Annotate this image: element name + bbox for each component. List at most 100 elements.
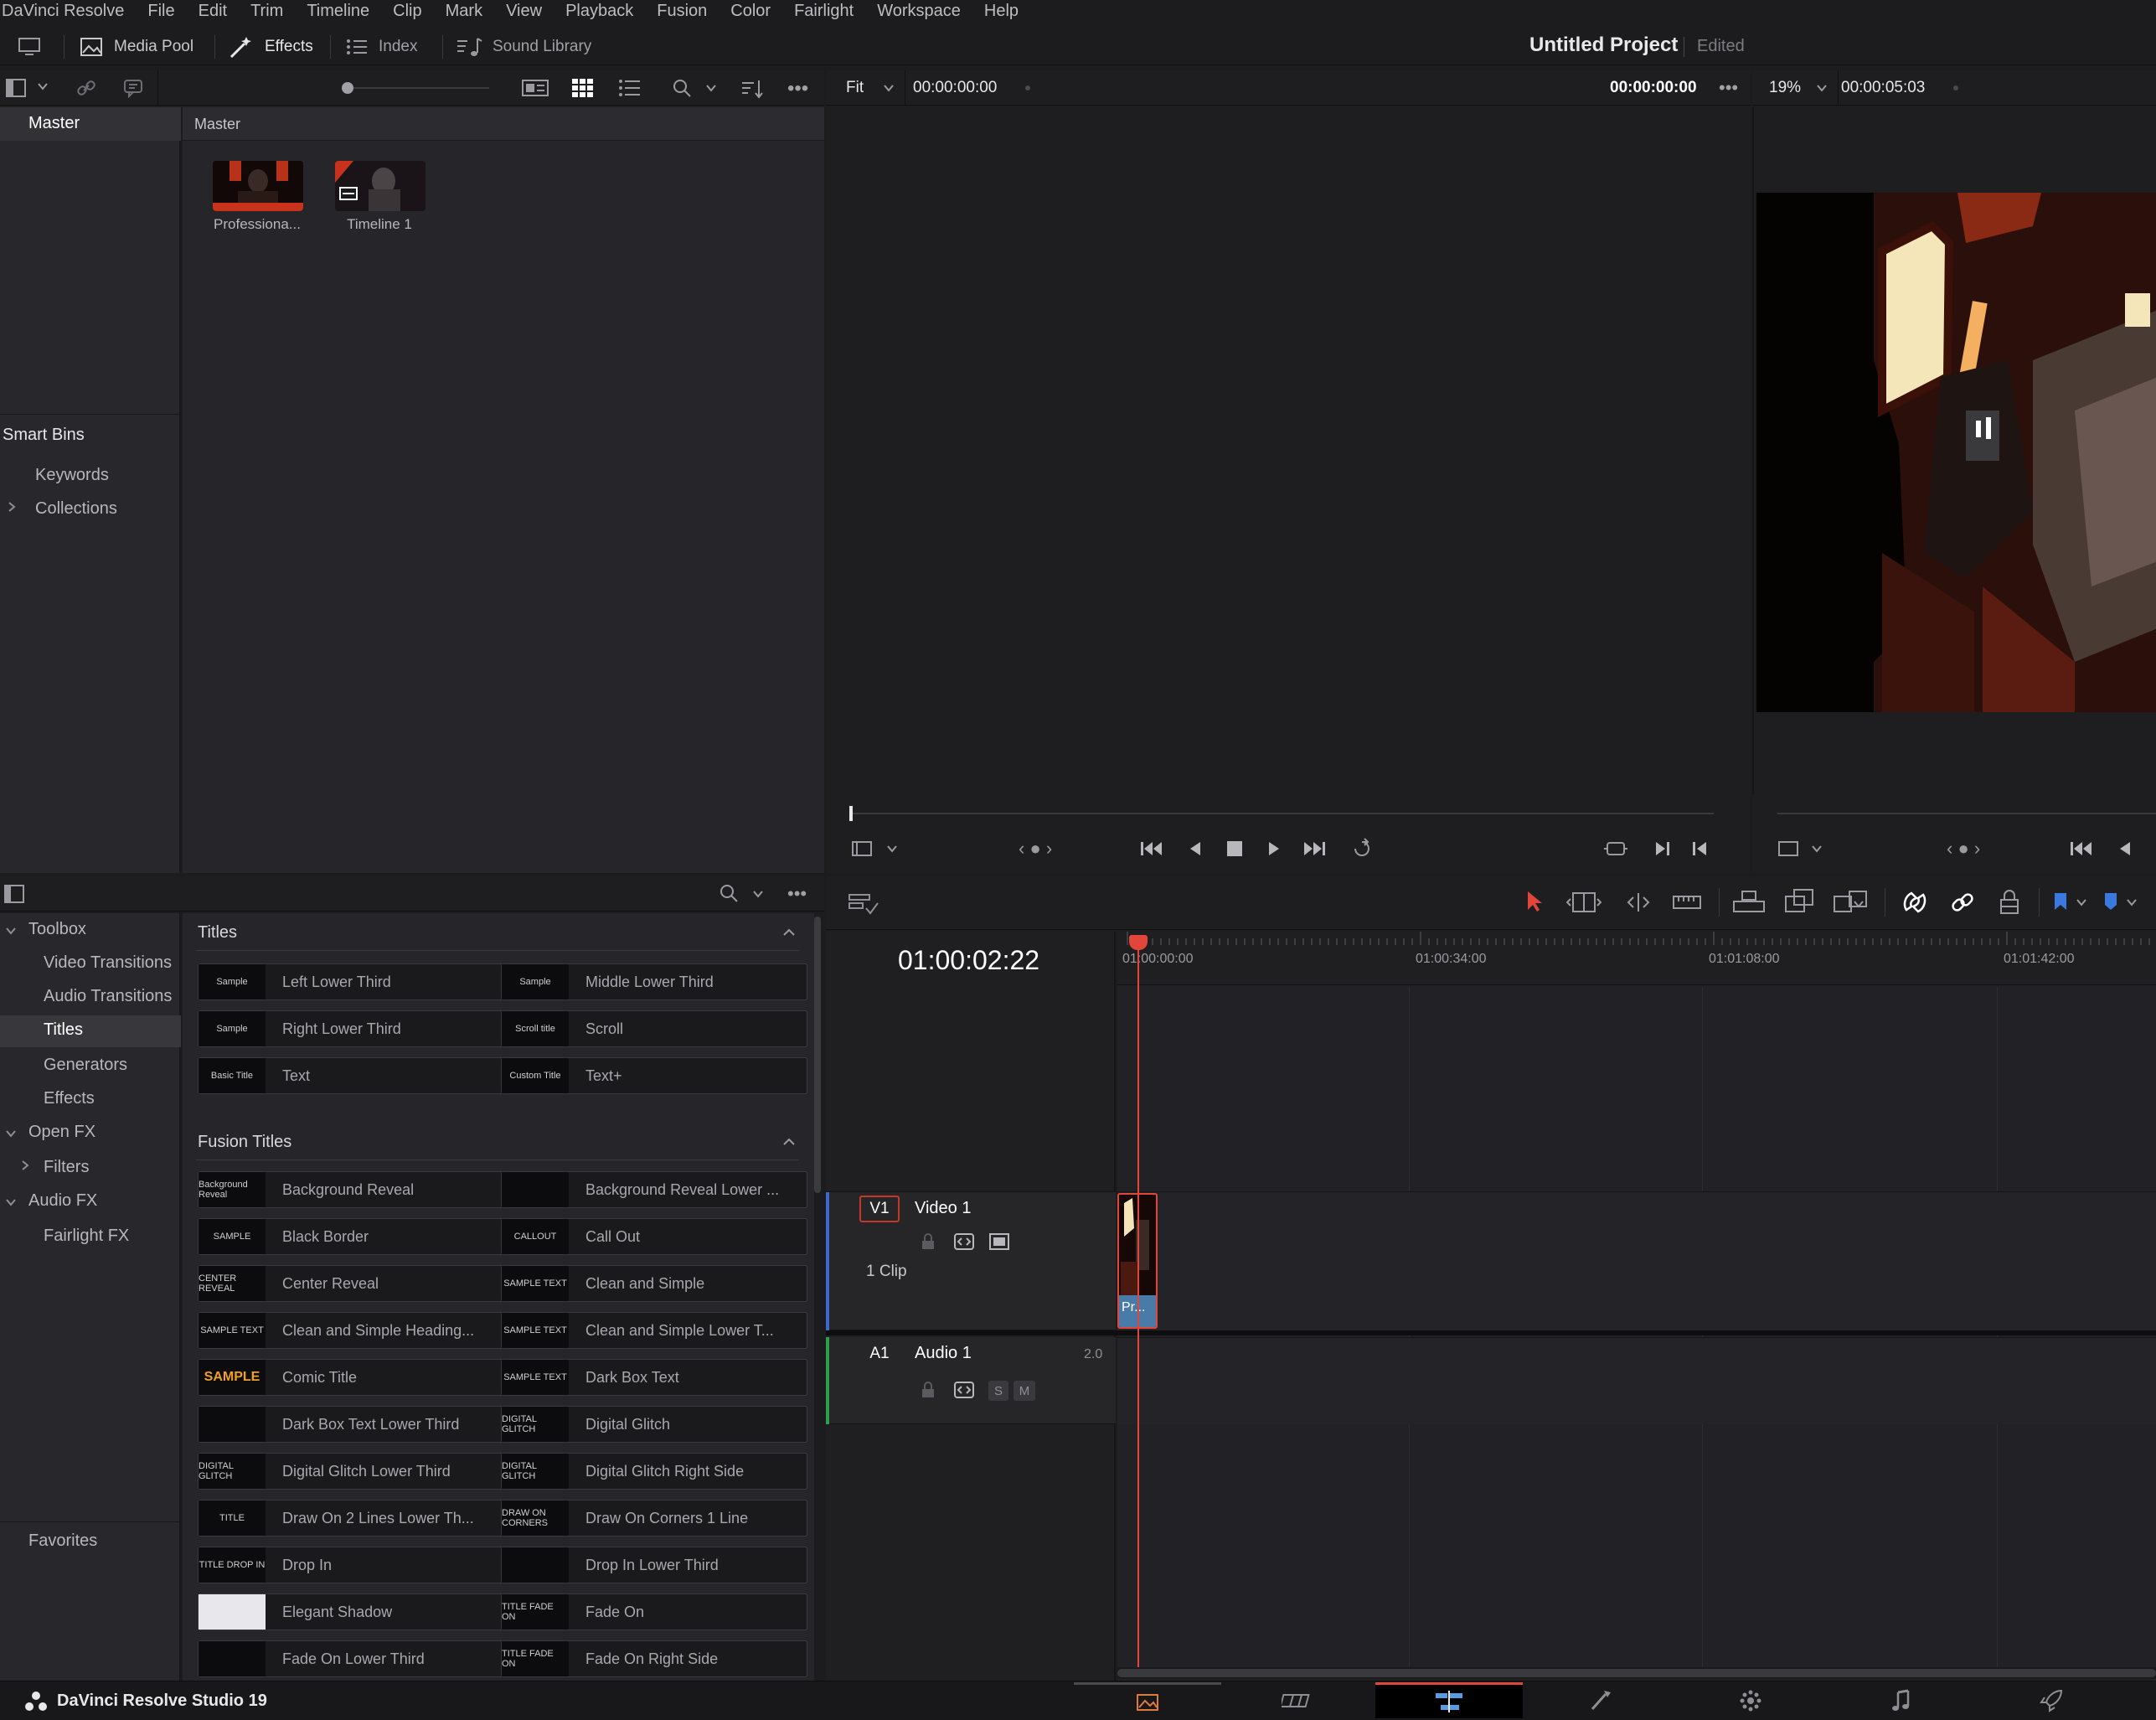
auto-select-icon[interactable] <box>953 1381 975 1399</box>
trim-tool-icon[interactable] <box>1566 891 1602 913</box>
slider-handle[interactable] <box>342 82 353 94</box>
page-color[interactable] <box>1677 1682 1824 1718</box>
linked-selection-icon[interactable] <box>1950 890 1975 915</box>
tree-open-fx[interactable]: Open FX <box>28 1123 95 1142</box>
program-scrubber[interactable] <box>1777 813 2156 814</box>
menu-clip[interactable]: Clip <box>393 2 430 21</box>
stop-icon[interactable] <box>1226 840 1243 857</box>
effect-tile[interactable]: CALLOUT Call Out <box>501 1218 807 1255</box>
timeline-ruler[interactable] <box>1117 932 2156 985</box>
effect-tile[interactable]: DIGITAL GLITCH Digital Glitch Right Side <box>501 1453 807 1490</box>
menu-view[interactable]: View <box>506 2 550 21</box>
source-zoom-select[interactable]: Fit <box>846 79 864 97</box>
tree-audio-fx[interactable]: Audio FX <box>28 1191 97 1211</box>
reverse-play-icon[interactable] <box>1188 839 1203 858</box>
chevron-down-icon[interactable] <box>2076 896 2087 908</box>
bin-item-master[interactable]: Master <box>0 107 181 141</box>
more-options-icon[interactable]: ••• <box>787 77 808 101</box>
source-current-timecode[interactable]: 00:00:00:00 <box>1610 79 1697 97</box>
effect-tile[interactable]: Drop In Lower Third <box>501 1547 807 1583</box>
effect-tile[interactable]: Basic Title Text <box>198 1057 504 1094</box>
loop-icon[interactable] <box>1350 838 1375 860</box>
chevron-down-icon[interactable] <box>1811 843 1823 855</box>
overwrite-clip-icon[interactable] <box>1784 888 1814 915</box>
sidebar-toggle-icon[interactable] <box>5 78 27 98</box>
effect-tile[interactable]: DIGITAL GLITCH Digital Glitch Lower Third <box>198 1453 504 1490</box>
program-zoom-select[interactable]: 19% <box>1769 79 1801 97</box>
page-cut[interactable] <box>1225 1682 1372 1718</box>
smart-bin-keywords[interactable]: Keywords <box>35 466 109 485</box>
chevron-down-icon[interactable] <box>37 80 49 92</box>
index-button[interactable]: Index <box>345 28 417 65</box>
source-playhead[interactable] <box>849 806 853 821</box>
replace-clip-icon[interactable] <box>1833 888 1870 915</box>
chevron-down-icon[interactable] <box>752 888 764 900</box>
tree-titles[interactable]: Titles <box>44 1020 83 1040</box>
menu-edit[interactable]: Edit <box>199 2 235 21</box>
go-to-start-icon[interactable] <box>1139 839 1164 858</box>
effects-button[interactable]: Effects <box>228 28 313 65</box>
page-fairlight[interactable] <box>1828 1682 1975 1718</box>
list-view-icon[interactable] <box>618 78 642 98</box>
page-edit[interactable] <box>1375 1682 1523 1718</box>
menu-fusion[interactable]: Fusion <box>657 2 715 21</box>
chevron-down-icon[interactable] <box>5 925 17 937</box>
effect-tile[interactable]: DIGITAL GLITCH Digital Glitch <box>501 1406 807 1443</box>
menu-timeline[interactable]: Timeline <box>307 2 378 21</box>
insert-clip-icon[interactable] <box>1732 890 1766 915</box>
tree-effects[interactable]: Effects <box>44 1089 95 1108</box>
effect-tile[interactable]: TITLE FADE ON Fade On Right Side <box>501 1640 807 1677</box>
tree-favorites[interactable]: Favorites <box>28 1531 97 1551</box>
program-viewer-canvas[interactable] <box>1752 107 2156 794</box>
menu-mark[interactable]: Mark <box>446 2 491 21</box>
auto-select-icon[interactable] <box>953 1232 975 1251</box>
chevron-right-icon[interactable] <box>20 1160 30 1171</box>
lock-track-icon[interactable] <box>920 1381 936 1399</box>
timeline-playhead[interactable] <box>1137 937 1139 1667</box>
source-scrubber[interactable] <box>849 813 1714 814</box>
menu-fairlight[interactable]: Fairlight <box>794 2 862 21</box>
mute-button[interactable]: M <box>1014 1381 1035 1401</box>
chevron-up-icon[interactable] <box>782 1136 796 1148</box>
chevron-down-icon[interactable] <box>2126 896 2138 908</box>
mark-out-icon[interactable] <box>1653 839 1672 858</box>
tree-generators[interactable]: Generators <box>44 1056 127 1075</box>
source-duration-timecode[interactable]: 00:00:00:00 <box>913 79 997 97</box>
effect-tile[interactable]: SAMPLE Comic Title <box>198 1359 504 1396</box>
sort-icon[interactable] <box>740 78 764 100</box>
timeline-view-options-icon[interactable] <box>848 891 879 917</box>
dynamic-trim-icon[interactable] <box>1622 891 1655 913</box>
tree-filters[interactable]: Filters <box>44 1158 89 1177</box>
selection-tool-icon[interactable] <box>1524 890 1545 913</box>
effect-tile[interactable]: SAMPLE TEXT Clean and Simple <box>501 1265 807 1302</box>
match-frame-icon[interactable] <box>1603 839 1628 858</box>
menu-playback[interactable]: Playback <box>565 2 642 21</box>
effect-tile[interactable]: Custom Title Text+ <box>501 1057 807 1094</box>
link-icon[interactable] <box>75 77 97 99</box>
marker-icon[interactable] <box>2102 891 2119 913</box>
video-track-name[interactable]: Video 1 <box>915 1199 971 1218</box>
jog-control-icon[interactable]: ‹ ● › <box>1947 838 1980 860</box>
chevron-right-icon[interactable] <box>7 501 17 513</box>
menu-help[interactable]: Help <box>984 2 1027 21</box>
blade-tool-icon[interactable] <box>1672 893 1702 912</box>
menu-workspace[interactable]: Workspace <box>877 2 969 21</box>
effect-tile[interactable]: Scroll title Scroll <box>501 1010 807 1047</box>
more-options-icon[interactable]: ••• <box>1719 77 1738 99</box>
effect-tile[interactable]: Sample Right Lower Third <box>198 1010 504 1047</box>
effect-tile[interactable]: Sample Middle Lower Third <box>501 963 807 1000</box>
lock-track-icon[interactable] <box>920 1232 936 1251</box>
page-media[interactable] <box>1074 1682 1221 1718</box>
reverse-play-icon[interactable] <box>2117 839 2133 858</box>
tree-audio-transitions[interactable]: Audio Transitions <box>44 987 172 1006</box>
page-fusion[interactable] <box>1526 1682 1674 1718</box>
play-icon[interactable] <box>1266 839 1282 858</box>
go-to-start-icon[interactable] <box>2069 839 2094 858</box>
audio-track[interactable] <box>1117 1337 2156 1424</box>
effect-tile[interactable]: TITLE DROP IN Drop In <box>198 1547 504 1583</box>
chevron-up-icon[interactable] <box>782 927 796 938</box>
video-track-id[interactable]: V1 <box>859 1196 900 1222</box>
effect-tile[interactable]: SAMPLE TEXT Clean and Simple Lower T... <box>501 1312 807 1349</box>
mark-in-icon[interactable] <box>1690 839 1709 858</box>
flag-icon[interactable] <box>2052 891 2069 913</box>
